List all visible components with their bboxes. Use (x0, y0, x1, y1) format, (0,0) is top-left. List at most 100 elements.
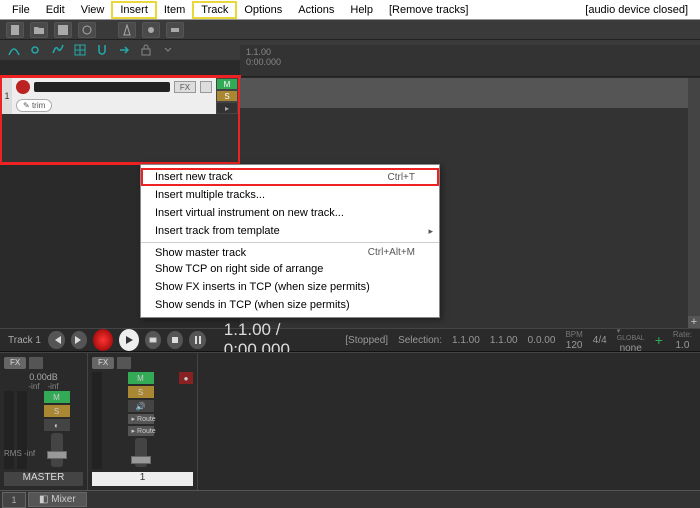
selection-start[interactable]: 1.1.00 (452, 335, 480, 346)
solo-button[interactable]: S (216, 90, 238, 102)
menu-remove-tracks[interactable]: [Remove tracks] (381, 2, 476, 18)
dropdown-icon[interactable] (160, 43, 176, 57)
ctx-label: Show master track (155, 247, 246, 259)
grid-icon[interactable] (72, 43, 88, 57)
ctx-label: Insert new track (155, 171, 233, 183)
menu-file[interactable]: File (4, 2, 38, 18)
master-solo[interactable]: S (44, 405, 70, 417)
submenu-arrow-icon: ▸ (428, 226, 433, 237)
time-signature[interactable]: 4/4 (593, 335, 607, 346)
toolbar-icon-b[interactable] (166, 22, 184, 38)
menu-item[interactable]: Item (156, 2, 193, 18)
arrange-lane-1[interactable] (240, 78, 688, 108)
ctx-tcp-right-side[interactable]: Show TCP on right side of arrange (141, 260, 439, 278)
ctx-insert-new-track[interactable]: Insert new track Ctrl+T (141, 168, 439, 186)
ctx-show-sends[interactable]: Show sends in TCP (when size permits) (141, 296, 439, 314)
ctx-label: Insert virtual instrument on new track..… (155, 207, 344, 219)
tab-index[interactable]: 1 (2, 492, 26, 508)
track1-env-button[interactable] (117, 357, 131, 369)
auto-crossfade-icon[interactable] (6, 43, 22, 57)
track1-label[interactable]: 1 (92, 472, 193, 486)
snap-icon[interactable] (94, 43, 110, 57)
ruler-bars: 1.1.00 (246, 47, 694, 57)
envelope-button[interactable] (200, 81, 212, 93)
track1-route[interactable]: ▸Route (128, 414, 154, 424)
ctx-show-master-track[interactable]: Show master track Ctrl+Alt+M (141, 242, 439, 260)
mixer-panel: FX 0.00dB -inf-inf M S ◐ RMS -inf MASTER… (0, 352, 700, 490)
track1-route-2[interactable]: ▸Route (128, 426, 154, 436)
ctx-insert-virtual-instrument[interactable]: Insert virtual instrument on new track..… (141, 204, 439, 222)
audio-device-status: [audio device closed] (577, 2, 696, 18)
track-row-1[interactable]: 1 FX ✎ trim M S ▸ (2, 78, 238, 114)
track-control-panel[interactable]: 1 FX ✎ trim M S ▸ (2, 78, 238, 162)
meter-inf-l: -inf (28, 382, 39, 391)
transport-bar: Track 1 1.1.00 / 0:00.000 [Stopped] Sele… (0, 328, 700, 352)
envelope-icon[interactable] (50, 43, 66, 57)
master-fader[interactable] (51, 433, 63, 467)
repeat-button[interactable] (145, 331, 161, 349)
save-project-icon[interactable] (54, 22, 72, 38)
go-to-end-button[interactable] (71, 331, 87, 349)
fader-knob[interactable] (47, 451, 67, 459)
menu-track[interactable]: Track (193, 2, 236, 18)
insert-context-menu: Insert new track Ctrl+T Insert multiple … (140, 164, 440, 318)
ctx-show-fx-inserts[interactable]: Show FX inserts in TCP (when size permit… (141, 278, 439, 296)
trim-chip[interactable]: ✎ trim (16, 99, 52, 112)
ctx-label: Show TCP on right side of arrange (155, 263, 323, 275)
menu-actions[interactable]: Actions (290, 2, 342, 18)
rate-value[interactable]: 1.0 (676, 340, 690, 351)
master-mono[interactable]: ◐ (44, 419, 70, 431)
master-fx-button[interactable]: FX (4, 357, 26, 369)
rate-label: Rate: (673, 330, 692, 339)
new-project-icon[interactable] (6, 22, 24, 38)
timeline-ruler[interactable]: 1.1.00 0:00.000 (240, 45, 700, 77)
ctx-insert-multiple-tracks[interactable]: Insert multiple tracks... (141, 186, 439, 204)
selection-length[interactable]: 0.0.00 (528, 335, 556, 346)
fx-button[interactable]: FX (174, 81, 196, 93)
mixer-tab[interactable]: ◧ Mixer (28, 492, 87, 507)
menu-view[interactable]: View (73, 2, 113, 18)
track-volume-bar[interactable] (34, 82, 170, 92)
stop-button[interactable] (167, 331, 183, 349)
lock-icon[interactable] (138, 43, 154, 57)
master-label: MASTER (4, 472, 83, 486)
fader-knob[interactable] (131, 456, 151, 464)
selection-end[interactable]: 1.1.00 (490, 335, 518, 346)
mute-button[interactable]: M (216, 78, 238, 90)
master-mute[interactable]: M (44, 391, 70, 403)
track1-fader[interactable] (135, 438, 147, 467)
play-button[interactable] (119, 329, 139, 351)
ctx-insert-from-template[interactable]: Insert track from template ▸ (141, 222, 439, 240)
track-number: 1 (2, 78, 12, 114)
mixer-master-strip[interactable]: FX 0.00dB -inf-inf M S ◐ RMS -inf MASTER (0, 353, 88, 490)
ripple-icon[interactable] (116, 43, 132, 57)
menu-help[interactable]: Help (342, 2, 381, 18)
link-icon[interactable] (28, 43, 44, 57)
menu-insert[interactable]: Insert (112, 2, 156, 18)
track1-recarm[interactable]: ● (179, 372, 193, 384)
go-to-start-button[interactable] (48, 331, 64, 349)
mixer-track-1-strip[interactable]: FX M S 🔊 ▸Route ▸Route ● 1 (88, 353, 198, 490)
metronome-icon[interactable] (118, 22, 136, 38)
bpm-value[interactable]: 120 (566, 340, 583, 351)
open-project-icon[interactable] (30, 22, 48, 38)
pause-button[interactable] (189, 331, 205, 349)
track-io-button[interactable]: ▸ (216, 102, 238, 114)
track1-io[interactable]: 🔊 (128, 400, 154, 412)
record-button[interactable] (93, 329, 113, 351)
toolbar-icon-a[interactable] (142, 22, 160, 38)
track1-fx-button[interactable]: FX (92, 357, 114, 369)
vertical-scrollbar[interactable]: + (688, 78, 700, 328)
settings-icon[interactable] (78, 22, 96, 38)
track1-solo[interactable]: S (128, 386, 154, 398)
add-marker-icon[interactable]: + (655, 332, 663, 348)
track-body: FX ✎ trim (12, 78, 216, 114)
bottom-tab-bar: 1 ◧ Mixer (0, 490, 700, 508)
menu-options[interactable]: Options (236, 2, 290, 18)
track1-mute[interactable]: M (128, 372, 154, 384)
ctx-label: Show sends in TCP (when size permits) (155, 299, 350, 311)
ctx-label: Show FX inserts in TCP (when size permit… (155, 281, 370, 293)
master-env-button[interactable] (29, 357, 43, 369)
record-arm-button[interactable] (16, 80, 30, 94)
menu-edit[interactable]: Edit (38, 2, 73, 18)
